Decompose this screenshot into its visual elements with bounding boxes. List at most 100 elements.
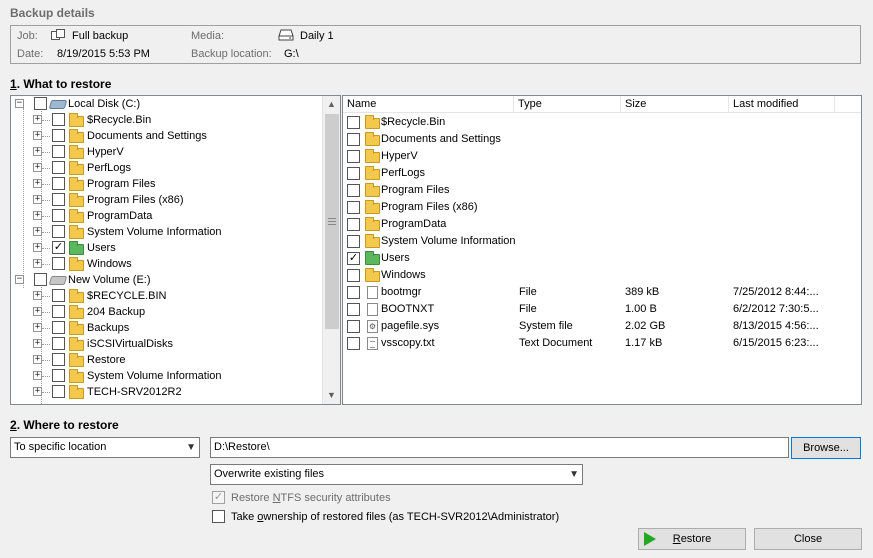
column-size[interactable]: Size <box>621 96 729 113</box>
tree-item[interactable]: + TECH-SRV2012R2 <box>11 384 321 400</box>
tree-checkbox[interactable] <box>52 193 65 206</box>
tree-item[interactable]: + $RECYCLE.BIN <box>11 288 321 304</box>
tree-item[interactable]: + Windows <box>11 256 321 272</box>
expand-icon[interactable]: + <box>33 243 42 252</box>
tree-item[interactable]: + Program Files (x86) <box>11 192 321 208</box>
browse-button[interactable]: Browse... <box>791 437 861 459</box>
expand-icon[interactable]: + <box>33 115 42 124</box>
expand-icon[interactable]: + <box>33 339 42 348</box>
list-item[interactable]: System Volume Information <box>343 233 861 250</box>
column-type[interactable]: Type <box>514 96 621 113</box>
expand-icon[interactable]: + <box>33 307 42 316</box>
file-checkbox[interactable] <box>347 218 360 231</box>
tree-checkbox[interactable] <box>52 353 65 366</box>
list-item[interactable]: PerfLogs <box>343 165 861 182</box>
list-item[interactable]: Program Files (x86) <box>343 199 861 216</box>
tree-item[interactable]: + ✓ Users <box>11 240 321 256</box>
tree-checkbox[interactable] <box>34 97 47 110</box>
tree-item[interactable]: + Documents and Settings <box>11 128 321 144</box>
tree-checkbox[interactable] <box>34 273 47 286</box>
list-item[interactable]: $Recycle.Bin <box>343 114 861 131</box>
column-name[interactable]: Name <box>343 96 514 113</box>
list-item[interactable]: ✓ Users <box>343 250 861 267</box>
tree-item[interactable]: + PerfLogs <box>11 160 321 176</box>
collapse-icon[interactable]: − <box>15 99 24 108</box>
expand-icon[interactable]: + <box>33 291 42 300</box>
scroll-thumb[interactable] <box>325 114 339 329</box>
file-checkbox[interactable] <box>347 201 360 214</box>
ntfs-checkbox[interactable]: ✓ <box>212 491 225 504</box>
tree-checkbox[interactable] <box>52 225 65 238</box>
list-item[interactable]: pagefile.sys System file 2.02 GB 8/13/2015 … <box>343 318 861 335</box>
folder-tree[interactable]: ▲ ▼ − Local Disk (C:) + $Recycle.Bin + Docume… <box>10 95 341 405</box>
tree-checkbox[interactable] <box>52 161 65 174</box>
file-checkbox[interactable] <box>347 184 360 197</box>
file-checkbox[interactable]: ✓ <box>347 252 360 265</box>
file-checkbox[interactable] <box>347 235 360 248</box>
ownership-checkbox[interactable] <box>212 510 225 523</box>
tree-item[interactable]: − New Volume (E:) <box>11 272 321 288</box>
column-last-modified[interactable]: Last modified <box>729 96 835 113</box>
restore-path-input[interactable]: D:\Restore\ <box>210 437 789 458</box>
restore-button[interactable]: Restore <box>638 528 746 550</box>
file-checkbox[interactable] <box>347 269 360 282</box>
tree-checkbox[interactable] <box>52 129 65 142</box>
expand-icon[interactable]: + <box>33 227 42 236</box>
tree-item[interactable]: +204 Backup <box>11 304 321 320</box>
file-checkbox[interactable] <box>347 337 360 350</box>
expand-icon[interactable]: + <box>33 371 42 380</box>
file-checkbox[interactable] <box>347 320 360 333</box>
scroll-down-icon[interactable]: ▼ <box>323 387 340 404</box>
tree-item[interactable]: + ProgramData <box>11 208 321 224</box>
tree-checkbox[interactable] <box>52 209 65 222</box>
list-item[interactable]: ProgramData <box>343 216 861 233</box>
tree-item[interactable]: + HyperV <box>11 144 321 160</box>
expand-icon[interactable]: + <box>33 355 42 364</box>
list-item[interactable]: Windows <box>343 267 861 284</box>
list-item[interactable]: BOOTNXT File 1.00 B 6/2/2012 7:30:5... <box>343 301 861 318</box>
tree-item[interactable]: + System Volume Information <box>11 224 321 240</box>
expand-icon[interactable]: + <box>33 131 42 140</box>
list-item[interactable]: bootmgr File 389 kB 7/25/2012 8:44:... <box>343 284 861 301</box>
expand-icon[interactable]: + <box>33 163 42 172</box>
tree-checkbox[interactable] <box>52 321 65 334</box>
file-checkbox[interactable] <box>347 286 360 299</box>
tree-checkbox[interactable] <box>52 113 65 126</box>
tree-item[interactable]: + $Recycle.Bin <box>11 112 321 128</box>
tree-checkbox[interactable] <box>52 145 65 158</box>
tree-item[interactable]: + Backups <box>11 320 321 336</box>
expand-icon[interactable]: + <box>33 211 42 220</box>
scroll-up-icon[interactable]: ▲ <box>323 96 340 113</box>
tree-item[interactable]: + iSCSIVirtualDisks <box>11 336 321 352</box>
tree-item[interactable]: + Program Files <box>11 176 321 192</box>
expand-icon[interactable]: + <box>33 323 42 332</box>
tree-item[interactable]: − Local Disk (C:) <box>11 96 321 112</box>
tree-item[interactable]: + System Volume Information <box>11 368 321 384</box>
expand-icon[interactable]: + <box>33 179 42 188</box>
list-item[interactable]: HyperV <box>343 148 861 165</box>
file-checkbox[interactable] <box>347 303 360 316</box>
list-item[interactable]: Program Files <box>343 182 861 199</box>
tree-scrollbar[interactable]: ▲ ▼ <box>322 96 340 404</box>
expand-icon[interactable]: + <box>33 387 42 396</box>
tree-checkbox[interactable] <box>52 177 65 190</box>
tree-checkbox[interactable] <box>52 385 65 398</box>
overwrite-select[interactable]: Overwrite existing files ▼ <box>210 464 583 485</box>
close-button[interactable]: Close <box>754 528 862 550</box>
file-checkbox[interactable] <box>347 167 360 180</box>
collapse-icon[interactable]: − <box>15 275 24 284</box>
expand-icon[interactable]: + <box>33 195 42 204</box>
file-checkbox[interactable] <box>347 133 360 146</box>
list-item[interactable]: Documents and Settings <box>343 131 861 148</box>
file-checkbox[interactable] <box>347 150 360 163</box>
file-checkbox[interactable] <box>347 116 360 129</box>
location-mode-select[interactable]: To specific location ▼ <box>10 437 200 458</box>
tree-checkbox[interactable] <box>52 257 65 270</box>
file-list[interactable]: Name Type Size Last modified $Recycle.Bi… <box>342 95 862 405</box>
tree-item[interactable]: + Restore <box>11 352 321 368</box>
tree-checkbox[interactable] <box>52 337 65 350</box>
list-item[interactable]: vsscopy.txt Text Document 1.17 kB 6/15/2015… <box>343 335 861 352</box>
tree-checkbox[interactable]: ✓ <box>52 241 65 254</box>
expand-icon[interactable]: + <box>33 259 42 268</box>
tree-checkbox[interactable] <box>52 305 65 318</box>
